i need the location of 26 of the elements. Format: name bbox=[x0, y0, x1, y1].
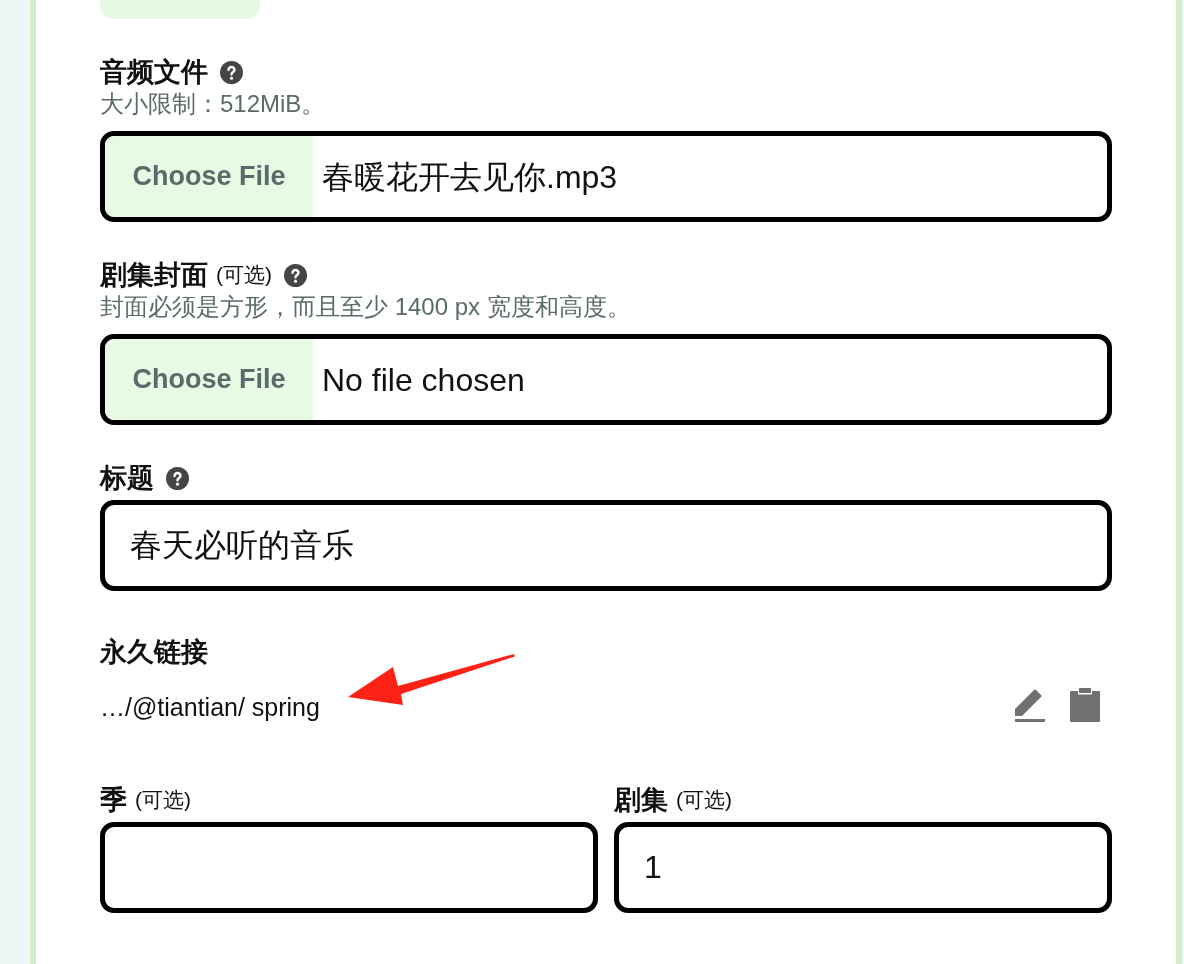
field-label: 永久链接 bbox=[100, 636, 208, 668]
field-label: 剧集封面 bbox=[100, 259, 208, 291]
hint-text: 封面必须是方形，而且至少 1400 px 宽度和高度。 bbox=[100, 293, 631, 321]
optional-note: (可选) bbox=[135, 787, 191, 813]
clipboard-icon[interactable] bbox=[1070, 688, 1100, 722]
choose-file-button[interactable]: Choose File bbox=[105, 136, 313, 217]
field-label: 剧集 bbox=[614, 784, 668, 816]
hint-text: 大小限制：512MiB。 bbox=[100, 90, 326, 118]
optional-note: (可选) bbox=[676, 787, 732, 813]
number-input[interactable] bbox=[100, 822, 598, 913]
pencil-icon[interactable] bbox=[1015, 689, 1045, 722]
field-label: 标题 bbox=[100, 462, 154, 494]
file-status-text: 春暖花开去见你.mp3 bbox=[321, 157, 618, 196]
file-status-text: No file chosen bbox=[321, 360, 525, 399]
help-icon[interactable] bbox=[166, 466, 189, 490]
choose-file-button[interactable]: Choose File bbox=[105, 339, 313, 420]
help-icon[interactable] bbox=[284, 263, 307, 287]
file-input[interactable]: Choose File 春暖花开去见你.mp3 bbox=[100, 131, 1112, 222]
file-input[interactable]: Choose File No file chosen bbox=[100, 334, 1112, 425]
permalink-text: …/@tiantian/ spring bbox=[100, 692, 320, 722]
help-icon[interactable] bbox=[220, 60, 243, 84]
field-label: 季 bbox=[100, 784, 127, 816]
field-label: 音频文件 bbox=[100, 56, 208, 88]
optional-note: (可选) bbox=[216, 262, 272, 288]
number-input[interactable]: 1 bbox=[614, 822, 1112, 913]
text-input[interactable]: 春天必听的音乐 bbox=[100, 500, 1112, 591]
